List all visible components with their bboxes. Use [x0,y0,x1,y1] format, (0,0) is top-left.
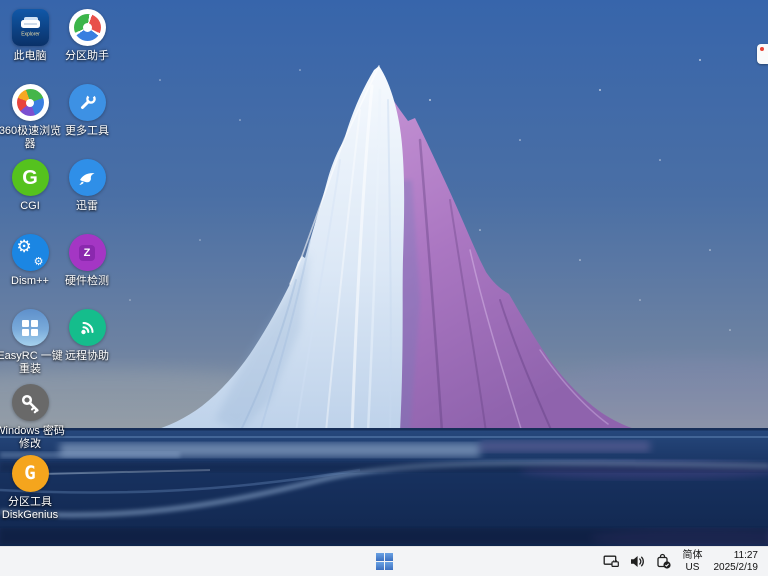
this-pc-icon: Explorer [12,9,49,46]
broadcast-icon [76,317,98,339]
icon-label: 硬件检测 [52,275,122,288]
xunlei-icon [69,159,106,196]
win-password-icon [12,384,49,421]
system-tray: 简体 US 11:27 2025/2/19 [603,547,768,576]
icon-label: Windows 密码修改 [0,425,65,451]
pinwheel-icon [17,89,44,116]
tray-date: 2025/2/19 [714,562,759,574]
language-indicator[interactable]: 简体 US [681,550,705,573]
gear-icon: ⚙ [34,255,44,268]
tray-time: 11:27 [714,550,759,562]
dism-icon: ⚙ ⚙ [12,234,49,271]
icon-label: 分区助手 [52,50,122,63]
desktop-icon-more-tools[interactable]: 更多工具 [51,84,123,138]
desktop-icon-win-password[interactable]: Windows 密码修改 [0,384,66,451]
wrench-icon [77,92,98,113]
icon-label: 分区工具 DiskGenius [0,496,65,522]
desktop-icon-xunlei[interactable]: 迅雷 [51,159,123,213]
icon-label: 迅雷 [52,200,122,213]
gear-icon: ⚙ [17,237,32,257]
notification-dot [760,47,764,51]
z-badge-icon: Z [79,245,95,261]
edge-sidebar-handle[interactable] [757,44,768,64]
clock[interactable]: 11:27 2025/2/19 [714,550,759,573]
diskgenius-icon: G [12,455,49,492]
letter-g-glyph: G [22,168,38,188]
360-browser-icon [12,84,49,121]
ime-language: 简体 [681,550,705,562]
desktop-icon-hardware-check[interactable]: Z 硬件检测 [51,234,123,288]
volume-icon[interactable] [629,553,646,570]
desktop-icon-remote-assist[interactable]: 远程协助 [51,309,123,363]
svg-text:Explorer: Explorer [21,32,40,38]
letter-g-glyph: G [24,464,35,483]
desktop-icon-diskgenius[interactable]: G 分区工具 DiskGenius [0,455,66,522]
windows-start-icon [376,553,393,570]
icon-label: 远程协助 [52,350,122,363]
pie-chart-icon [74,14,101,41]
security-icon[interactable] [655,553,672,570]
taskbar: 简体 US 11:27 2025/2/19 [0,546,768,576]
key-icon [18,391,42,415]
bird-icon [76,167,98,189]
network-icon[interactable] [603,553,620,570]
windows-logo-icon [22,320,38,336]
keyboard-layout: US [681,562,705,574]
start-button[interactable] [364,547,404,576]
hardware-check-icon: Z [69,234,106,271]
icon-label: 更多工具 [52,125,122,138]
easyrc-icon [12,309,49,346]
cgi-icon: G [12,159,49,196]
partition-assistant-icon [69,9,106,46]
more-tools-icon [69,84,106,121]
remote-assist-icon [69,309,106,346]
desktop-icon-partition-assistant[interactable]: 分区助手 [51,9,123,63]
